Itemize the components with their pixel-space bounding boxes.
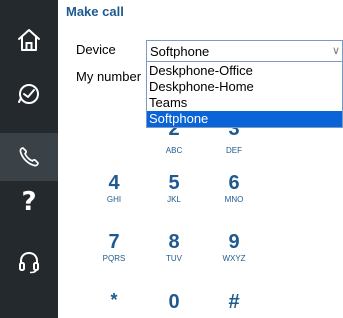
phone-icon	[19, 147, 39, 167]
key-digit: 7	[108, 231, 120, 253]
history-icon	[18, 84, 39, 104]
key-letters: DEF	[226, 146, 242, 155]
key-digit: 9	[228, 231, 240, 253]
home-icon	[18, 29, 40, 51]
device-select[interactable]: Softphone ∨	[146, 40, 343, 62]
key-letters: PQRS	[102, 254, 126, 263]
key-letters: GHI	[106, 195, 122, 204]
chevron-down-icon: ∨	[331, 45, 340, 57]
key-letters: ABC	[165, 146, 183, 155]
device-dropdown-list: Deskphone-Office Deskphone-Home Teams So…	[146, 62, 343, 128]
key-digit: 8	[168, 231, 180, 253]
dropdown-option-softphone[interactable]: Softphone	[147, 111, 342, 127]
dropdown-option-deskphone-office[interactable]: Deskphone-Office	[147, 63, 342, 79]
device-label: Device	[76, 42, 116, 57]
key-letters: WXYZ	[222, 254, 246, 263]
key-digit: *	[110, 290, 118, 310]
key-digit: 4	[108, 172, 120, 194]
page-title: Make call	[66, 4, 124, 19]
dropdown-option-teams[interactable]: Teams	[147, 95, 342, 111]
key-letters: TUV	[166, 254, 182, 263]
device-select-value: Softphone	[150, 44, 210, 59]
sidebar-item-phone[interactable]	[0, 133, 58, 181]
key-letters: MNO	[224, 195, 244, 204]
sidebar: ?	[0, 0, 58, 318]
sidebar-item-headset[interactable]	[0, 238, 58, 286]
my-number-label: My number	[76, 69, 142, 84]
key-letters: JKL	[167, 195, 181, 204]
dropdown-option-deskphone-home[interactable]: Deskphone-Home	[147, 79, 342, 95]
headset-icon	[19, 251, 39, 274]
sidebar-item-history[interactable]	[0, 70, 58, 118]
sidebar-item-home[interactable]	[0, 16, 58, 64]
sidebar-item-help[interactable]: ?	[0, 178, 58, 226]
key-digit: 0	[168, 291, 180, 313]
key-digit: #	[228, 291, 240, 313]
key-digit: 6	[228, 172, 240, 194]
help-icon: ?	[21, 187, 37, 217]
key-digit: 5	[168, 172, 180, 194]
